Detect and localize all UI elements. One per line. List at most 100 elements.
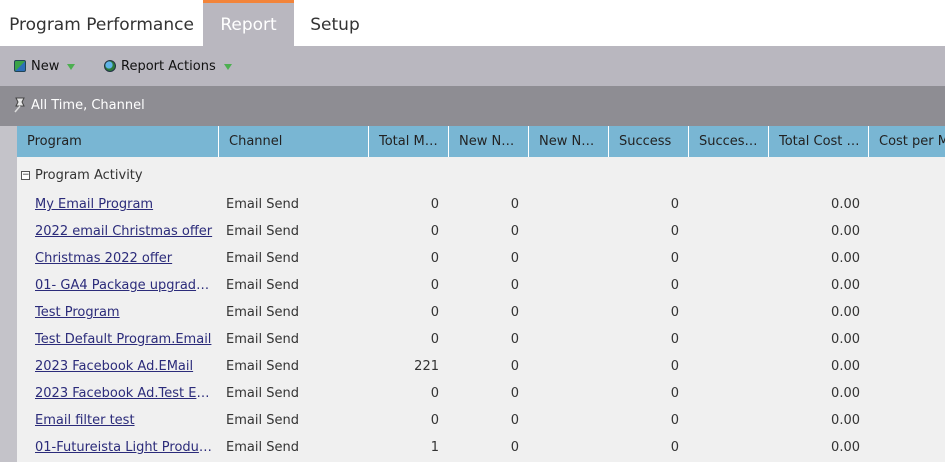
channel-cell: Email Send [226, 251, 299, 266]
table-row: Christmas 2022 offer Email Send 0 0 0 0.00 [17, 245, 945, 272]
total-members-cell: 1 [430, 440, 439, 455]
column-header-total-members[interactable]: Total M… [369, 126, 449, 157]
new-names-cell: 0 [510, 224, 519, 239]
success-cell: 0 [670, 305, 679, 320]
channel-cell: Email Send [226, 440, 299, 455]
total-members-cell: 0 [430, 413, 439, 428]
success-cell: 0 [670, 251, 679, 266]
column-header-success-2[interactable]: Succes… [689, 126, 769, 157]
table-row: 2022 email Christmas offer Email Send 0 0 0 0… [17, 218, 945, 245]
new-names-cell: 0 [510, 251, 519, 266]
column-header-new-names-1[interactable]: New N… [449, 126, 529, 157]
table-row: 2023 Facebook Ad.Test Email Email Send 0 0 0… [17, 380, 945, 407]
table-row: Email filter test Email Send 0 0 0 0.00 [17, 407, 945, 434]
tab-program-performance[interactable]: Program Performance [0, 0, 203, 46]
channel-cell: Email Send [226, 386, 299, 401]
success-cell: 0 [670, 413, 679, 428]
report-actions-label: Report Actions [121, 58, 216, 74]
program-link[interactable]: 2023 Facebook Ad.Test Email [35, 380, 213, 407]
total-cost-cell: 0.00 [831, 197, 860, 212]
total-members-cell: 221 [414, 359, 439, 374]
success-cell: 0 [670, 386, 679, 401]
tab-report[interactable]: Report [203, 0, 294, 46]
total-members-cell: 0 [430, 332, 439, 347]
filter-pin-icon [14, 97, 25, 113]
success-cell: 0 [670, 440, 679, 455]
channel-cell: Email Send [226, 332, 299, 347]
table-row: 01- GA4 Package upgrade -… Email Send 0 0 0 0… [17, 272, 945, 299]
program-link[interactable]: 01- GA4 Package upgrade -… [35, 272, 213, 299]
total-cost-cell: 0.00 [831, 359, 860, 374]
table-row: My Email Program Email Send 0 0 0 0.00 [17, 191, 945, 218]
table-row: Test Program Email Send 0 0 0 0.00 [17, 299, 945, 326]
filter-summary: All Time, Channel [31, 98, 145, 113]
total-cost-cell: 0.00 [831, 278, 860, 293]
program-link[interactable]: 2023 Facebook Ad.EMail [35, 353, 213, 380]
channel-cell: Email Send [226, 305, 299, 320]
column-header-channel[interactable]: Channel [219, 126, 369, 157]
total-cost-cell: 0.00 [831, 224, 860, 239]
total-cost-cell: 0.00 [831, 386, 860, 401]
new-names-cell: 0 [510, 278, 519, 293]
column-header-success[interactable]: Success [609, 126, 689, 157]
program-link[interactable]: Email filter test [35, 407, 213, 434]
program-link[interactable]: Christmas 2022 offer [35, 245, 213, 272]
new-button-label: New [31, 58, 60, 74]
left-gutter [0, 126, 17, 462]
program-link[interactable]: Test Default Program.Email [35, 326, 213, 353]
success-cell: 0 [670, 332, 679, 347]
success-cell: 0 [670, 359, 679, 374]
success-cell: 0 [670, 224, 679, 239]
total-cost-cell: 0.00 [831, 440, 860, 455]
tab-bar: Program Performance Report Setup [0, 0, 945, 46]
toolbar: New Report Actions [0, 46, 945, 86]
total-cost-cell: 0.00 [831, 332, 860, 347]
chevron-down-icon [67, 63, 76, 70]
success-cell: 0 [670, 197, 679, 212]
total-members-cell: 0 [430, 305, 439, 320]
total-members-cell: 0 [430, 224, 439, 239]
channel-cell: Email Send [226, 359, 299, 374]
program-link[interactable]: My Email Program [35, 191, 213, 218]
table-row: 2023 Facebook Ad.EMail Email Send 221 0 0 0.0… [17, 353, 945, 380]
report-actions-icon [104, 60, 116, 72]
new-names-cell: 0 [510, 305, 519, 320]
report-actions-button[interactable]: Report Actions [104, 56, 232, 76]
grid-header: Program Channel Total M… New N… New N… S… [17, 126, 945, 157]
channel-cell: Email Send [226, 413, 299, 428]
total-members-cell: 0 [430, 197, 439, 212]
new-names-cell: 0 [510, 440, 519, 455]
channel-cell: Email Send [226, 197, 299, 212]
new-names-cell: 0 [510, 413, 519, 428]
total-cost-cell: 0.00 [831, 251, 860, 266]
column-header-cost-per-member[interactable]: Cost per M [869, 126, 945, 157]
total-members-cell: 0 [430, 386, 439, 401]
report-grid: Program Channel Total M… New N… New N… S… [17, 126, 945, 462]
channel-cell: Email Send [226, 278, 299, 293]
collapse-icon[interactable]: − [21, 171, 30, 180]
total-cost-cell: 0.00 [831, 305, 860, 320]
total-cost-cell: 0.00 [831, 413, 860, 428]
channel-cell: Email Send [226, 224, 299, 239]
total-members-cell: 0 [430, 251, 439, 266]
total-members-cell: 0 [430, 278, 439, 293]
new-names-cell: 0 [510, 197, 519, 212]
program-link[interactable]: Test Program [35, 299, 213, 326]
column-header-new-names-2[interactable]: New N… [529, 126, 609, 157]
new-names-cell: 0 [510, 332, 519, 347]
new-names-cell: 0 [510, 386, 519, 401]
success-cell: 0 [670, 278, 679, 293]
tab-setup[interactable]: Setup [294, 0, 376, 46]
group-row-program-activity: − Program Activity [17, 157, 945, 192]
new-button[interactable]: New [14, 56, 76, 76]
table-row: 01-Futureista Light Product… Email Send 1 0… [17, 434, 945, 461]
filter-bar[interactable]: All Time, Channel [0, 86, 945, 126]
new-report-icon [14, 60, 26, 72]
column-header-total-cost[interactable]: Total Cost … [769, 126, 869, 157]
group-label: Program Activity [35, 168, 143, 183]
program-link[interactable]: 01-Futureista Light Product… [35, 434, 213, 461]
program-link[interactable]: 2022 email Christmas offer [35, 218, 213, 245]
table-row: Test Default Program.Email Email Send 0 0 0 0… [17, 326, 945, 353]
new-names-cell: 0 [510, 359, 519, 374]
column-header-program[interactable]: Program [17, 126, 219, 157]
